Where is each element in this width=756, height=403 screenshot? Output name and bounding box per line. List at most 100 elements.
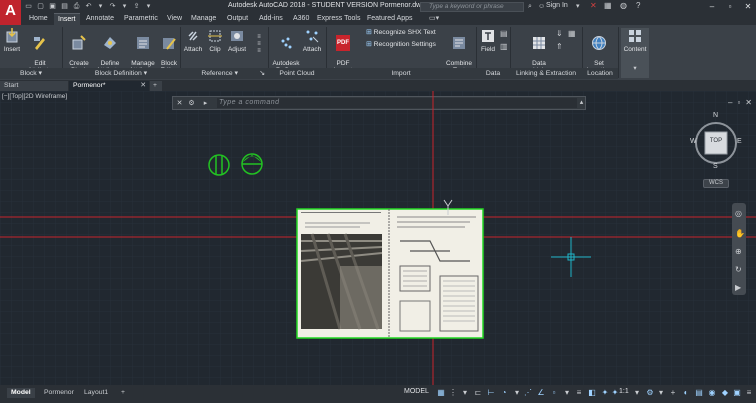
- data-panel-label[interactable]: Data: [476, 68, 510, 79]
- block-definition-panel-label[interactable]: Block Definition ▾: [62, 68, 180, 79]
- zoom-extents-icon[interactable]: ⊕: [735, 247, 742, 256]
- object-snap-tracking-icon[interactable]: ∠: [536, 388, 546, 398]
- recognize-shx-text-button[interactable]: ⊞ Recognize SHX Text: [366, 28, 436, 36]
- new-tab-button[interactable]: +: [150, 81, 162, 91]
- lineweight-icon[interactable]: ≡: [574, 388, 584, 398]
- linking-extraction-panel-label[interactable]: Linking & Extraction: [510, 68, 582, 79]
- annotation-monitor-icon[interactable]: +: [668, 388, 678, 398]
- graphics-performance-icon[interactable]: ◉: [707, 388, 717, 398]
- tab-featured-apps[interactable]: Featured Apps: [367, 13, 413, 25]
- viewcube-south-label[interactable]: S: [713, 163, 718, 170]
- app-menu-button[interactable]: A: [0, 0, 21, 25]
- annotation-visibility-icon[interactable]: ✦: [600, 388, 610, 398]
- new-icon[interactable]: ▭: [24, 2, 33, 11]
- clip-button[interactable]: Clip: [207, 28, 223, 53]
- sign-in-button[interactable]: Sign In: [546, 2, 568, 9]
- viewcube-west-label[interactable]: W: [690, 138, 697, 145]
- quick-properties-icon[interactable]: ▤: [694, 388, 704, 398]
- pan-icon[interactable]: ✋: [735, 229, 745, 238]
- help-icon[interactable]: ?: [636, 1, 640, 10]
- close-icon[interactable]: ✕: [742, 1, 754, 12]
- viewcube-east-label[interactable]: E: [737, 138, 742, 145]
- showmotion-icon[interactable]: ▶: [735, 283, 741, 292]
- redo-dropdown-icon[interactable]: ▾: [120, 2, 129, 11]
- customization-icon[interactable]: ≡: [744, 388, 754, 398]
- recognition-settings-button[interactable]: ⊞ Recognition Settings: [366, 40, 436, 48]
- redo-icon[interactable]: ↷: [108, 2, 117, 11]
- model-space-toggle[interactable]: MODEL: [404, 388, 429, 395]
- isolate-objects-icon[interactable]: ◆: [720, 388, 730, 398]
- layout-tab-model[interactable]: Model: [7, 388, 35, 398]
- drawing-area[interactable]: [−][Top][2D Wireframe] ✕ ⚙ ▸ Type a comm…: [0, 91, 756, 385]
- stay-connected-icon[interactable]: ◍: [620, 1, 627, 10]
- location-panel-label[interactable]: Location: [582, 68, 618, 79]
- point-cloud-attach-button[interactable]: Attach: [301, 28, 323, 53]
- tab-annotate[interactable]: Annotate: [86, 13, 114, 25]
- attached-scan-image[interactable]: [296, 208, 484, 339]
- tab-pormenor[interactable]: Pormenor* ✕: [69, 81, 149, 91]
- sign-in-dropdown-icon[interactable]: ▾: [576, 2, 580, 10]
- tab-manage[interactable]: Manage: [191, 13, 216, 25]
- tab-start[interactable]: Start: [0, 81, 68, 91]
- clean-screen-icon[interactable]: ▣: [732, 388, 742, 398]
- isometric-icon[interactable]: ⋰: [523, 388, 533, 398]
- grid-icon[interactable]: ▦: [436, 388, 446, 398]
- point-cloud-panel-label[interactable]: Point Cloud: [268, 68, 326, 79]
- extract-data-icon[interactable]: ▦: [568, 29, 576, 38]
- download-from-source-icon[interactable]: ⇓: [556, 29, 563, 38]
- field-button[interactable]: Field: [479, 28, 497, 53]
- units-icon[interactable]: ◐: [681, 388, 691, 398]
- tab-express-tools[interactable]: Express Tools: [317, 13, 360, 25]
- tab-parametric[interactable]: Parametric: [124, 13, 158, 25]
- adjust-button[interactable]: Adjust: [225, 28, 249, 53]
- block-panel-label[interactable]: Block ▾: [0, 68, 62, 79]
- annotation-scale-value[interactable]: 1:1: [619, 388, 629, 395]
- open-icon[interactable]: ▢: [36, 2, 45, 11]
- steering-wheel-icon[interactable]: ◎: [735, 209, 742, 218]
- tab-add-ins[interactable]: Add-ins: [259, 13, 283, 25]
- save-icon[interactable]: ▣: [48, 2, 57, 11]
- infer-constraints-icon[interactable]: ⊏: [473, 388, 483, 398]
- polar-dropdown-icon[interactable]: ▾: [512, 388, 522, 398]
- scale-dropdown-icon[interactable]: ▾: [632, 388, 642, 398]
- content-button[interactable]: Content ▾: [621, 28, 649, 78]
- find-icon[interactable]: ⌕: [528, 3, 532, 11]
- insert-button[interactable]: Insert: [2, 28, 22, 53]
- tab-view[interactable]: View: [167, 13, 182, 25]
- tab-a360[interactable]: A360: [293, 13, 309, 25]
- search-input[interactable]: Type a keyword or phrase: [420, 2, 524, 12]
- undo-dropdown-icon[interactable]: ▾: [96, 2, 105, 11]
- polar-tracking-icon[interactable]: ◔: [499, 388, 509, 398]
- snap-icon[interactable]: ⋮: [448, 388, 458, 398]
- undo-icon[interactable]: ↶: [84, 2, 93, 11]
- layout-tab-pormenor[interactable]: Pormenor: [40, 388, 78, 398]
- viewcube-north-label[interactable]: N: [713, 112, 718, 119]
- workspace-switching-icon[interactable]: ⚙: [645, 388, 655, 398]
- import-panel-label[interactable]: Import: [326, 68, 476, 79]
- object-snap-icon[interactable]: ▫: [549, 388, 559, 398]
- upload-to-source-icon[interactable]: ⇑: [556, 42, 563, 51]
- layout-tab-layout1[interactable]: Layout1: [80, 388, 112, 398]
- exchange-icon[interactable]: ✕: [590, 1, 597, 10]
- tab-insert[interactable]: Insert: [54, 13, 80, 25]
- save-as-icon[interactable]: ▤: [60, 2, 69, 11]
- viewcube-top-label[interactable]: TOP: [706, 138, 726, 144]
- tab-close-icon[interactable]: ✕: [140, 81, 146, 91]
- attach-button[interactable]: Attach: [183, 28, 203, 53]
- snap-dropdown-icon[interactable]: ▾: [460, 388, 470, 398]
- reference-more-button[interactable]: ≡ ≡ ≡: [250, 28, 268, 55]
- update-fields-icon[interactable]: ▤: [500, 29, 508, 38]
- autodesk-app-store-icon[interactable]: ▦: [604, 1, 612, 10]
- tab-home[interactable]: Home: [29, 13, 48, 25]
- ribbon-options-icon[interactable]: ▭▾: [429, 13, 439, 25]
- transparency-icon[interactable]: ◧: [587, 388, 597, 398]
- ole-object-icon[interactable]: ▥: [500, 42, 508, 51]
- maximize-icon[interactable]: ▫: [724, 1, 736, 12]
- add-layout-button[interactable]: +: [117, 388, 129, 398]
- dynamic-input-icon[interactable]: ⊢: [486, 388, 496, 398]
- minimize-icon[interactable]: –: [706, 1, 718, 12]
- user-icon[interactable]: ☺: [538, 3, 545, 10]
- plot-icon[interactable]: ⎙: [72, 2, 81, 11]
- qat-customize-icon[interactable]: ▾: [144, 2, 153, 11]
- tab-output[interactable]: Output: [227, 13, 248, 25]
